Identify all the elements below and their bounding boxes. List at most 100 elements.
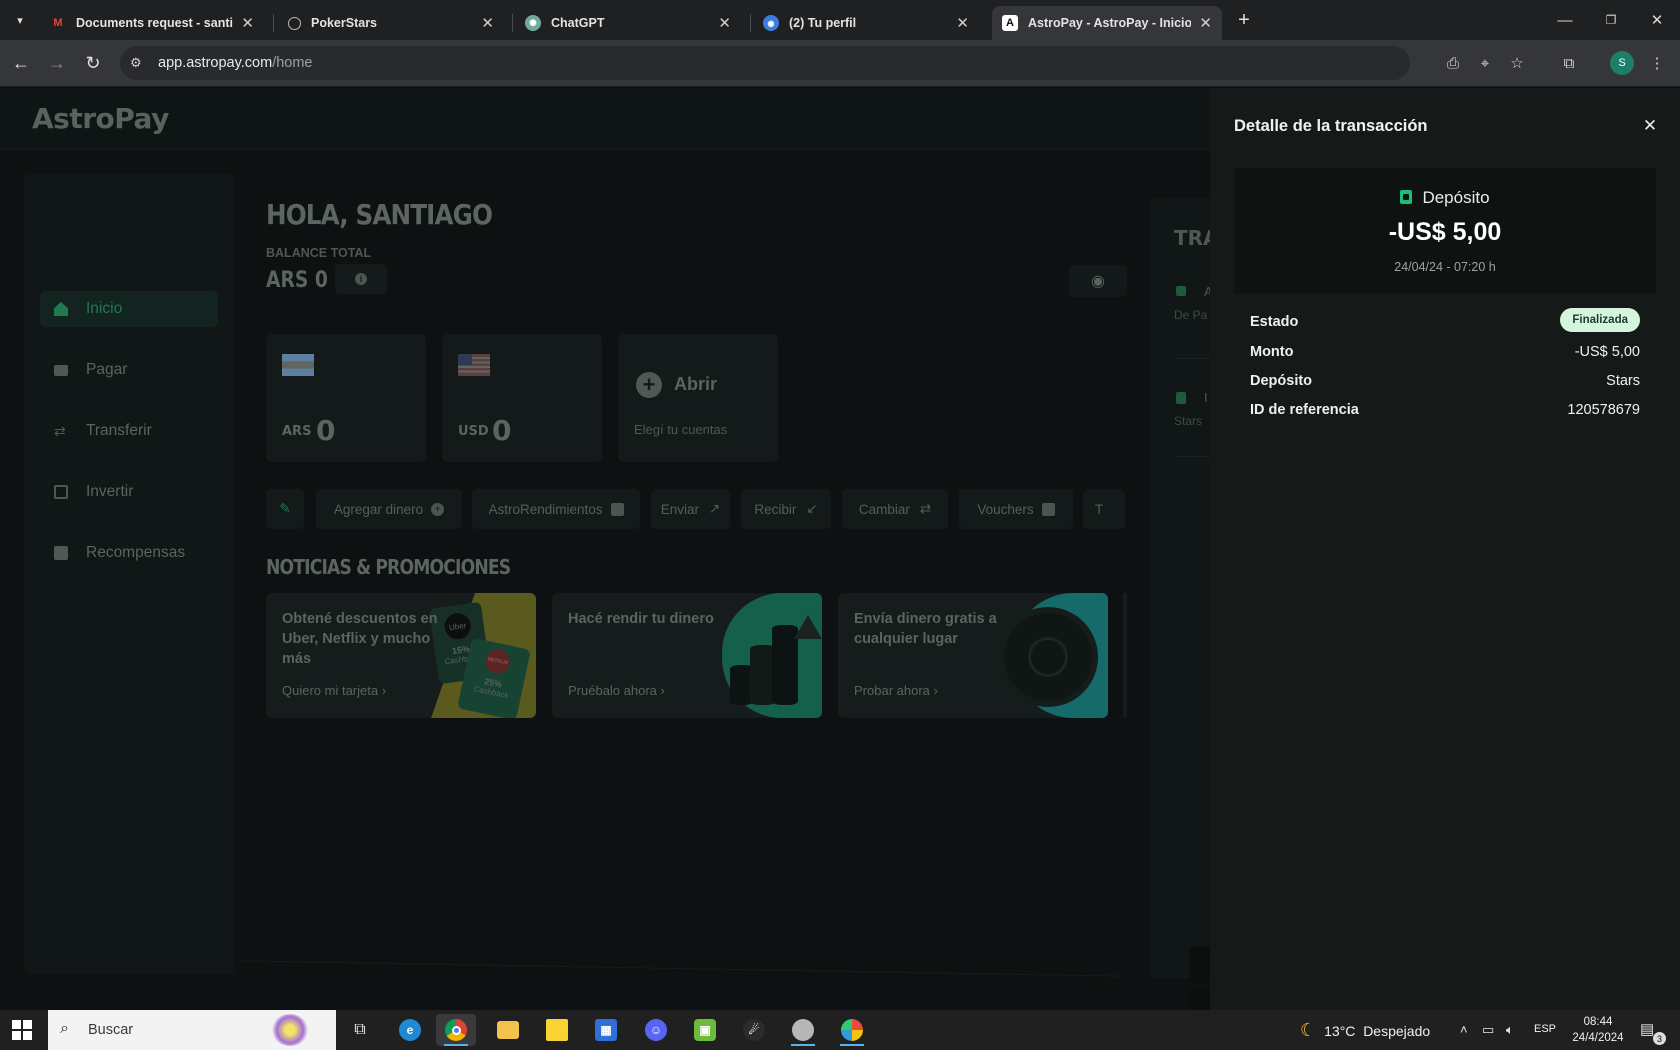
weather-widget[interactable]: ☾ 13°C Despejado	[1300, 1020, 1430, 1041]
promo-text: Envía dinero gratis a cualquier lugar	[854, 611, 997, 647]
taskbar-store[interactable]: ▦	[586, 1014, 626, 1046]
coins-stack-graphic	[730, 615, 822, 705]
sidebar-item-pagar[interactable]: Pagar	[40, 352, 218, 388]
tab-gmail[interactable]: M Documents request - santisv46 ✕	[40, 6, 264, 40]
forward-button[interactable]: →	[44, 50, 70, 76]
chatgpt-icon: ✺	[525, 15, 541, 31]
menu-icon[interactable]: ⋮	[1646, 52, 1668, 74]
account-card-usd[interactable]: USD 0	[442, 334, 602, 462]
taskbar-chrome[interactable]	[436, 1014, 476, 1046]
close-drawer-button[interactable]: ✕	[1640, 116, 1660, 136]
close-icon[interactable]: ✕	[241, 14, 254, 32]
transaction-type: Depósito	[1234, 188, 1656, 208]
close-icon[interactable]: ✕	[481, 14, 494, 32]
promo-card-send[interactable]: Envía dinero gratis a cualquier lugar Pr…	[838, 593, 1108, 718]
sidebar-item-transferir[interactable]: ⇄ Transferir	[40, 413, 218, 449]
language-indicator[interactable]: ESP	[1534, 1023, 1556, 1035]
edit-actions-button[interactable]: ✎	[266, 489, 304, 529]
tab-profile[interactable]: ◉ (2) Tu perfil ✕	[753, 6, 979, 40]
taskbar-app-disc[interactable]	[783, 1014, 823, 1046]
receive-button[interactable]: Recibir ↙	[741, 489, 831, 529]
bookmark-star-icon[interactable]: ☆	[1506, 52, 1528, 74]
arrow-down-left-icon: ↙	[806, 501, 818, 516]
taskbar-android-app[interactable]: ▣	[685, 1014, 725, 1046]
astrorendimientos-button[interactable]: AstroRendimientos	[472, 489, 640, 529]
close-window-button[interactable]: ✕	[1634, 0, 1680, 40]
astropay-logo[interactable]: AstroPay	[32, 102, 169, 135]
minimize-button[interactable]: —	[1542, 0, 1588, 40]
tab-astropay[interactable]: A AstroPay - AstroPay - Inicio ✕	[992, 6, 1222, 40]
vouchers-button[interactable]: Vouchers	[959, 489, 1073, 529]
wallet-icon	[54, 364, 68, 376]
windows-start-icon[interactable]	[12, 1020, 32, 1040]
profile-avatar[interactable]: S	[1610, 51, 1634, 75]
disc-icon	[792, 1019, 814, 1041]
deposit-value: Stars	[1606, 373, 1640, 389]
tab-title: PokerStars	[311, 16, 378, 30]
promo-card-cashback[interactable]: Uber 15% Cashback NETFLIX 25% Cashback O…	[266, 593, 536, 718]
install-app-icon[interactable]: ⎙	[1442, 52, 1464, 74]
taskbar-sticky-notes[interactable]	[537, 1014, 577, 1046]
notifications-icon[interactable]: ▤	[1640, 1020, 1654, 1038]
promo-link[interactable]: Probar ahora ›	[854, 683, 938, 698]
chevron-up-icon[interactable]: ˄	[1460, 1022, 1468, 1037]
transaction-summary-card: Depósito -US$ 5,00 24/04/24 - 07:20 h	[1234, 168, 1656, 294]
action-label: Recibir	[754, 501, 797, 517]
exchange-button[interactable]: Cambiar ⇄	[842, 489, 948, 529]
open-account-title: Abrir	[674, 374, 718, 394]
account-currency: USD	[458, 424, 489, 439]
close-icon[interactable]: ✕	[956, 14, 969, 32]
tab-search-button[interactable]: ▾	[8, 8, 32, 32]
volume-icon[interactable]: 🔈︎	[1506, 1022, 1514, 1038]
promo-link[interactable]: Quiero mi tarjeta ›	[282, 683, 386, 698]
chrome-icon	[445, 1019, 467, 1041]
task-view-button[interactable]: ⧉	[340, 1014, 380, 1046]
open-account-card[interactable]: + Abrir Elegí tu cuentas	[618, 334, 778, 462]
quick-actions-bar: ✎ Agregar dinero + AstroRendimientos Envi…	[265, 489, 1125, 529]
balance-value: ARS 0	[266, 268, 328, 293]
taskbar-app-satellite[interactable]: ☄	[734, 1014, 774, 1046]
close-icon[interactable]: ✕	[1199, 14, 1212, 32]
location-icon[interactable]: ⌖	[1474, 52, 1496, 74]
taskbar-app-paint[interactable]	[832, 1014, 872, 1046]
taskbar-file-explorer[interactable]	[488, 1014, 528, 1046]
clock-date: 24/4/2024	[1572, 1032, 1624, 1044]
restore-button[interactable]: ❐	[1588, 0, 1634, 40]
sidebar-item-invertir[interactable]: Invertir	[40, 474, 218, 510]
network-icon[interactable]: ▭	[1482, 1022, 1494, 1038]
reference-id-label: ID de referencia	[1250, 402, 1359, 418]
tab-chatgpt[interactable]: ✺ ChatGPT ✕	[515, 6, 741, 40]
transaction-amount: -US$ 5,00	[1388, 218, 1502, 246]
clock[interactable]: 08:44 24/4/2024	[1570, 1014, 1626, 1046]
extensions-icon[interactable]: ⧉	[1558, 52, 1580, 74]
paint-icon	[841, 1019, 863, 1041]
chart-icon	[54, 485, 68, 499]
taskbar-search-box[interactable]: ⌕ Buscar	[48, 1010, 336, 1050]
promo-link[interactable]: Pruébalo ahora ›	[568, 683, 665, 698]
sidebar-item-inicio[interactable]: Inicio	[40, 291, 218, 327]
back-button[interactable]: ←	[8, 50, 34, 76]
tab-title: AstroPay - AstroPay - Inicio	[1028, 16, 1192, 30]
sticky-notes-icon	[546, 1019, 568, 1041]
balance-info-button[interactable]: i	[335, 264, 387, 294]
send-button[interactable]: Enviar ↗	[651, 489, 730, 529]
more-action-button[interactable]: T	[1083, 489, 1125, 529]
close-icon[interactable]: ✕	[718, 14, 731, 32]
voucher-icon	[1041, 502, 1055, 516]
taskbar-edge[interactable]: e	[390, 1014, 430, 1046]
weather-text: 13°C Despejado	[1324, 1022, 1431, 1039]
promo-card-invest[interactable]: Hacé rendir tu dinero Pruébalo ahora ›	[552, 593, 822, 718]
new-tab-button[interactable]: +	[1232, 8, 1256, 32]
toggle-balance-visibility-button[interactable]: ◉	[1069, 265, 1127, 297]
site-settings-icon[interactable]: ⚙	[130, 55, 142, 71]
promo-card-partial[interactable]	[1123, 593, 1127, 718]
reload-button[interactable]: ↻	[80, 50, 106, 76]
add-money-button[interactable]: Agregar dinero +	[316, 489, 462, 529]
account-amount: 0	[316, 414, 336, 447]
account-card-ars[interactable]: ARS 0	[266, 334, 426, 462]
address-bar[interactable]: ⚙ app.astropay.com/home	[120, 46, 1410, 80]
sidebar-item-recompensas[interactable]: Recompensas	[40, 535, 218, 571]
taskbar-discord[interactable]: ☺	[636, 1014, 676, 1046]
tab-pokerstars[interactable]: PokerStars ✕	[278, 6, 504, 40]
tab-separator	[750, 14, 751, 32]
